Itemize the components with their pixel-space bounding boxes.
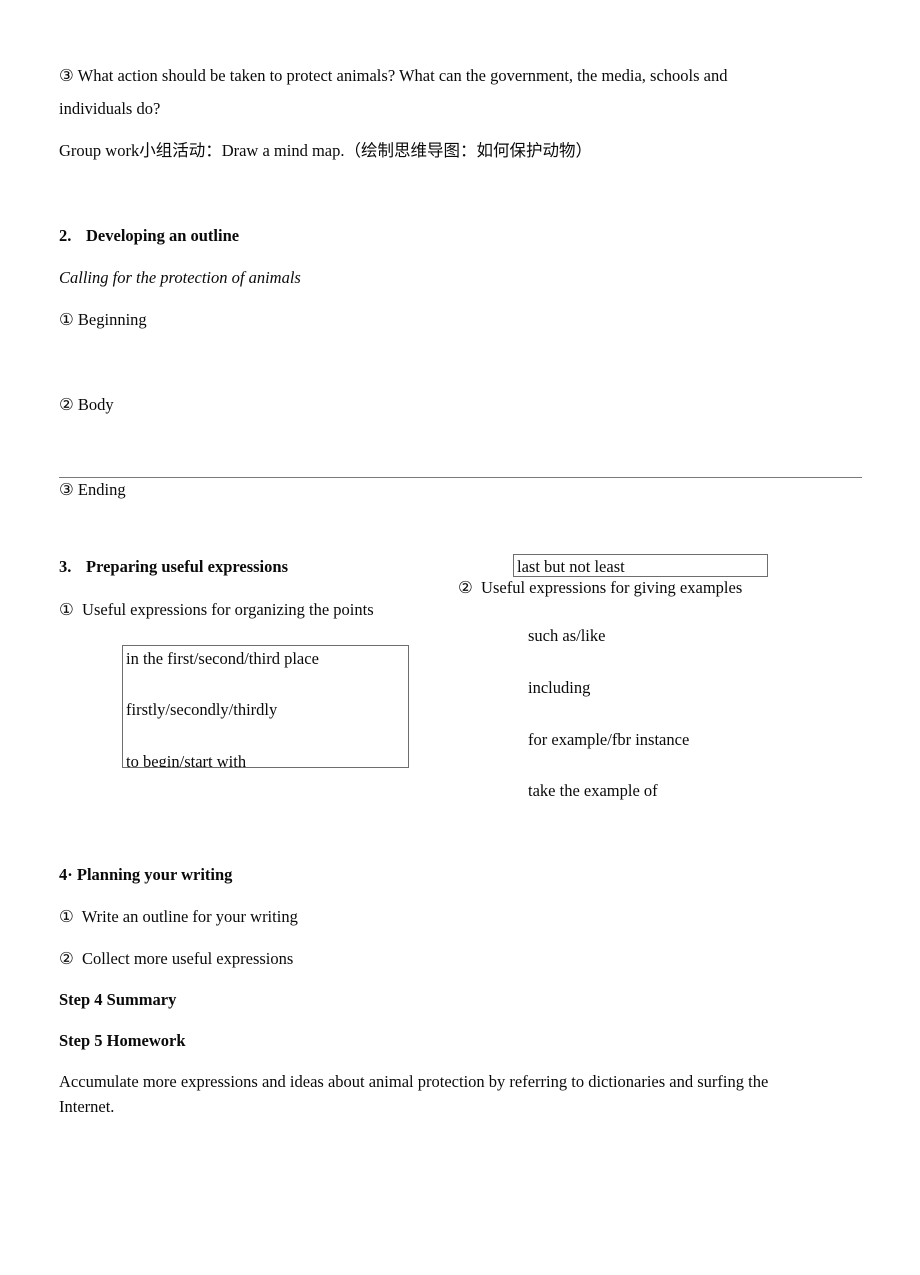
step-5-heading: Step 5 Homework [59,1031,186,1050]
example-expression-2: including [528,678,591,697]
section-4-heading: 4· Planning your writing [59,865,233,884]
organizing-expressions-box: in the first/second/third place firstly/… [122,645,409,768]
outline-item-beginning: ① Beginning [59,310,147,329]
example-expression-4: take the example of [528,781,658,800]
document-page: ③ What action should be taken to protect… [0,0,920,1275]
planning-item-collect-expressions: ② Collect more useful expressions [59,949,294,968]
question-3-line-2: individuals do? [59,99,161,118]
example-expression-3: for example/fbr instance [528,730,690,749]
expressions-item-organizing: ① Useful expressions for organizing the … [59,600,374,619]
last-but-not-least-text: last but not least [517,557,625,576]
section-3-heading: Preparing useful expressions [86,557,288,576]
organizing-expression-1: in the first/second/third place [126,649,319,668]
section-3-number: 3. [59,557,72,576]
homework-body-line-2: Internet. [59,1097,115,1116]
organizing-expression-2: firstly/secondly/thirdly [126,700,278,719]
section-2-number: 2. [59,226,72,245]
organizing-expression-3: to begin/start with [126,752,247,768]
outline-item-ending: ③ Ending [59,480,126,499]
step-4-heading: Step 4 Summary [59,990,177,1009]
group-work-line: Group work小组活动：Draw a mind map.（绘制思维导图：如… [59,141,592,160]
expressions-item-examples: ② Useful expressions for giving examples [458,578,743,597]
outline-divider-rule [59,477,862,478]
outline-item-body: ② Body [59,395,114,414]
question-3-line-1: ③ What action should be taken to protect… [59,66,728,85]
planning-item-write-outline: ① Write an outline for your writing [59,907,298,926]
example-expression-1: such as/like [528,626,606,645]
section-2-heading: Developing an outline [86,226,240,245]
last-but-not-least-box: last but not least [513,554,768,577]
section-2-subtitle: Calling for the protection of animals [59,268,301,287]
homework-body-line-1: Accumulate more expressions and ideas ab… [59,1072,769,1091]
